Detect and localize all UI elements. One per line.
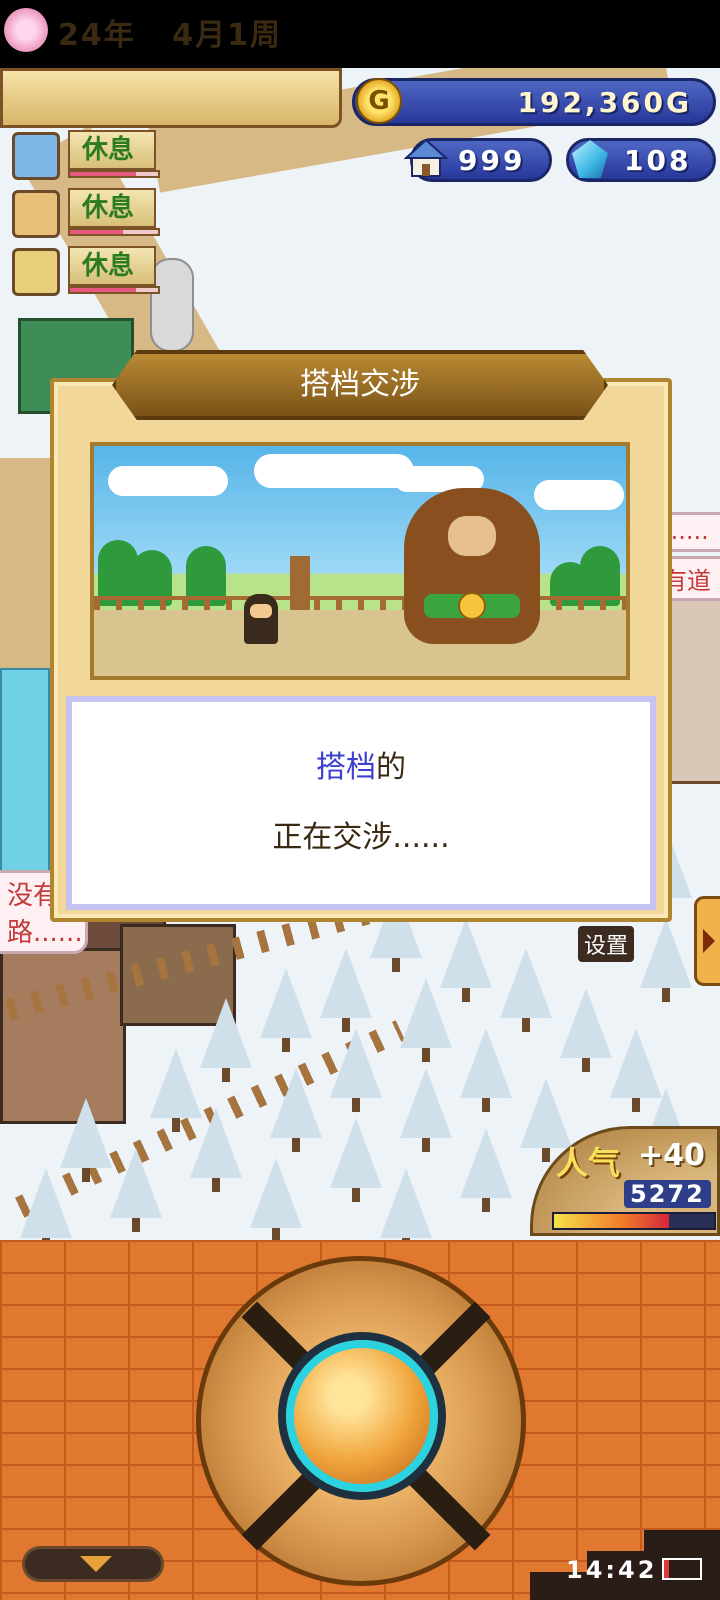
gems-count: 108 xyxy=(624,144,692,177)
message-box xyxy=(66,696,656,910)
house-icon xyxy=(404,138,448,177)
year-label: 24年 xyxy=(58,18,136,53)
popularity-bar xyxy=(552,1212,716,1230)
heart-buckle-icon xyxy=(458,592,486,620)
dial-center-button[interactable] xyxy=(286,1340,438,1492)
clock: 14:42 xyxy=(566,1556,658,1584)
message-suffix: 的 xyxy=(376,750,406,785)
staff-item[interactable]: 休息 xyxy=(6,244,160,298)
dialog-title: 搭档交涉 xyxy=(300,367,420,402)
stamina-bar xyxy=(68,228,160,236)
negotiation-scene-image xyxy=(90,442,630,680)
gorilla-partner xyxy=(404,488,540,644)
avatar xyxy=(12,132,60,180)
date-panel[interactable] xyxy=(0,68,342,128)
avatar xyxy=(12,190,60,238)
message-line-1: 搭档的 xyxy=(66,742,656,786)
expand-right-arrow-icon[interactable] xyxy=(694,896,720,986)
player-face xyxy=(250,604,272,618)
date-label: 24年 4月1周 xyxy=(58,10,282,54)
chevron-down-icon xyxy=(80,1556,112,1572)
flower-icon xyxy=(4,8,48,52)
staff-item[interactable]: 休息 xyxy=(6,128,160,182)
stamina-bar xyxy=(68,286,160,294)
staff-status: 休息 xyxy=(68,130,156,170)
gold-amount: 192,360G xyxy=(517,86,692,119)
avatar xyxy=(12,248,60,296)
message-line-2: 正在交涉...... xyxy=(272,820,450,855)
staff-item[interactable]: 休息 xyxy=(6,186,160,240)
coin-icon: G xyxy=(356,78,402,124)
message-highlight: 搭档 xyxy=(316,750,376,785)
player-character xyxy=(244,594,278,644)
staff-status: 休息 xyxy=(68,246,156,286)
houses-count: 999 xyxy=(458,144,526,177)
gorilla-face xyxy=(448,516,496,556)
popularity-bonus: +40 xyxy=(638,1138,705,1173)
staff-status: 休息 xyxy=(68,188,156,228)
stamina-bar xyxy=(68,170,160,178)
popularity-label: 人气 xyxy=(556,1144,621,1182)
battery-icon xyxy=(662,1558,702,1580)
popularity-value: 5272 xyxy=(624,1180,711,1208)
settings-label[interactable]: 设置 xyxy=(578,926,635,962)
month-week-label: 4月1周 xyxy=(172,18,282,53)
